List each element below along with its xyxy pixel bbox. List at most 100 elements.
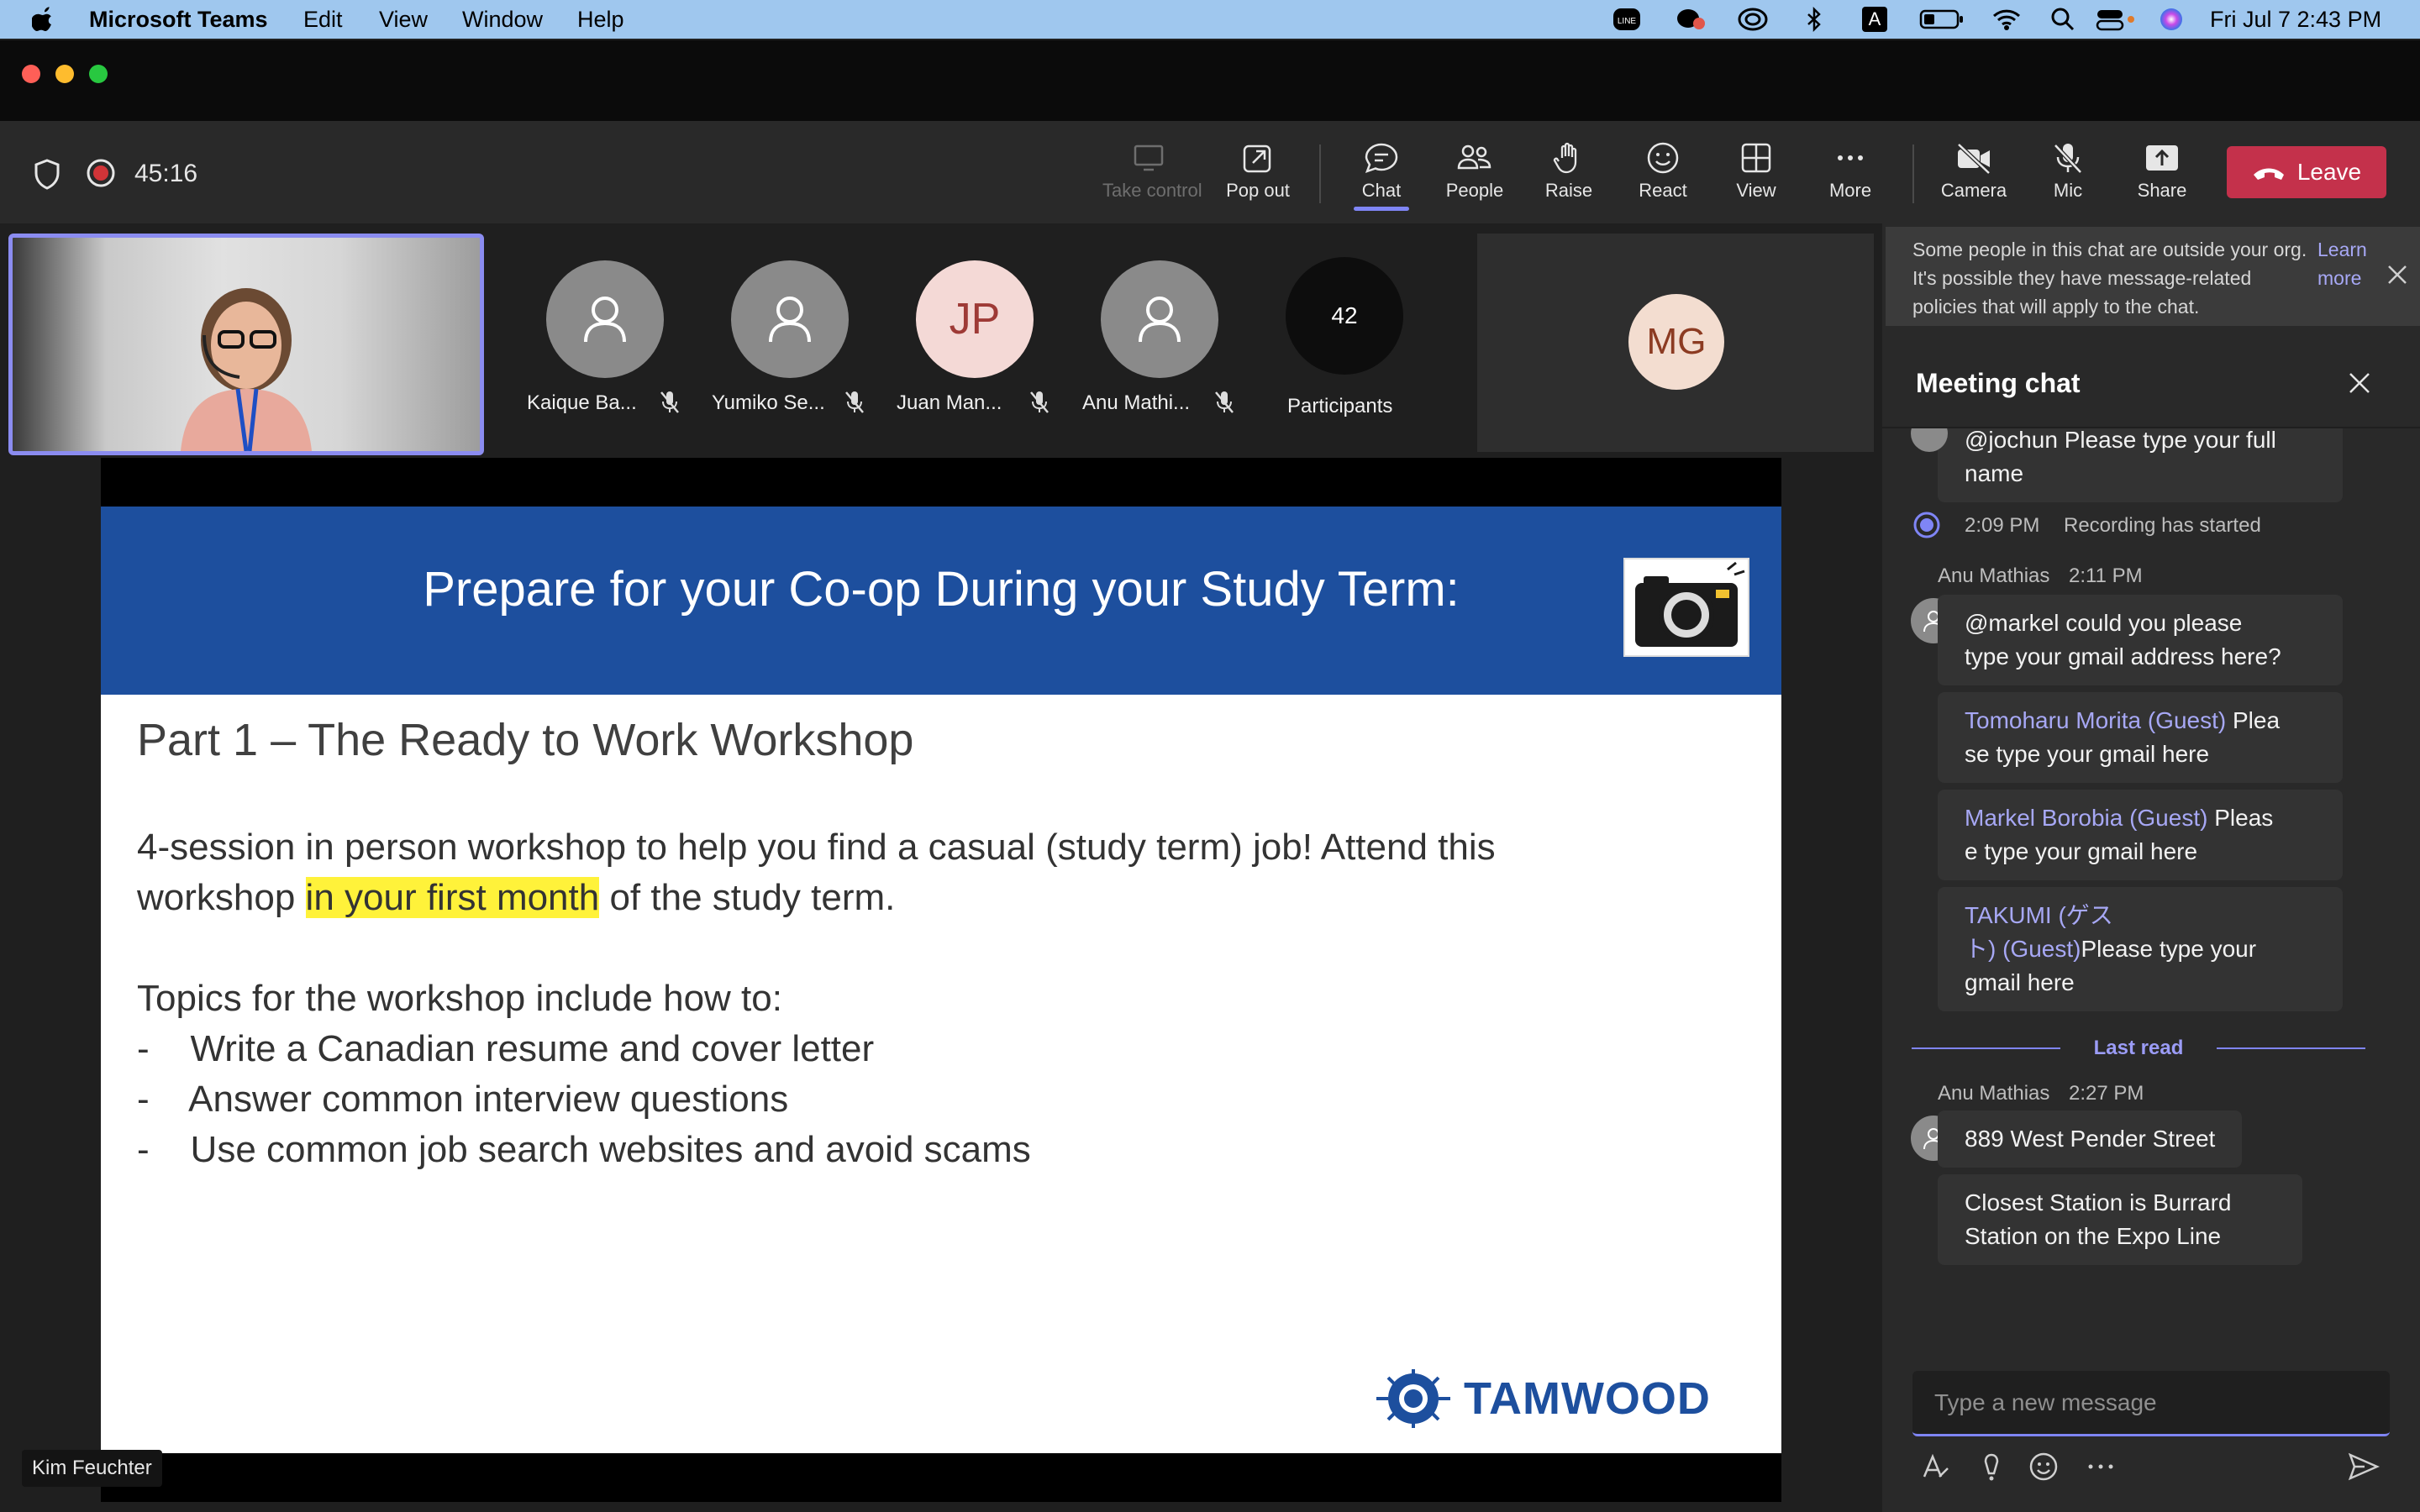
control-center-icon[interactable] — [2096, 5, 2136, 34]
raise-hand-icon — [1553, 142, 1577, 174]
menu-edit[interactable]: Edit — [303, 7, 343, 33]
view-button[interactable]: View — [1710, 141, 1802, 217]
window-minimize-button[interactable] — [55, 65, 74, 83]
message-text: name — [1965, 460, 2024, 486]
wifi-icon[interactable] — [1991, 5, 2022, 34]
toolbar-divider — [1319, 144, 1321, 203]
raise-hand-button[interactable]: Raise — [1523, 141, 1615, 217]
participant-avatar[interactable] — [1101, 260, 1218, 378]
pop-out-icon — [1243, 144, 1271, 173]
message-time: 2:11 PM — [2069, 564, 2143, 587]
chat-button[interactable]: Chat — [1335, 141, 1428, 217]
close-chat-icon[interactable] — [2348, 371, 2371, 395]
chat-message: 889 West Pender Street — [1938, 1110, 2243, 1168]
mac-menu-bar: Microsoft Teams Edit View Window Help LI… — [0, 0, 2420, 39]
guest-mention[interactable]: ト) (Guest) — [1965, 936, 2081, 962]
last-read-line — [1912, 1047, 2060, 1049]
line-app-icon[interactable]: LINE — [1612, 5, 1642, 34]
menu-window[interactable]: Window — [462, 7, 543, 33]
spotlight-tile[interactable]: MG — [1477, 234, 1874, 452]
message-input[interactable]: Type a new message — [1912, 1371, 2390, 1436]
guest-mention[interactable]: TAKUMI (ゲス — [1965, 899, 2316, 932]
spotlight-initials: MG — [1646, 321, 1707, 362]
muted-mic-icon — [845, 391, 864, 413]
window-close-button[interactable] — [22, 65, 40, 83]
participant-name: Kaique Ba... — [527, 391, 637, 414]
camera-button[interactable]: Camera — [1928, 141, 2020, 217]
window-zoom-button[interactable] — [89, 65, 108, 83]
siri-icon[interactable] — [2158, 5, 2185, 34]
leave-button[interactable]: Leave — [2227, 146, 2386, 198]
camera-label: Camera — [1940, 180, 2007, 201]
wechat-icon[interactable] — [1676, 5, 1706, 34]
apple-icon[interactable] — [31, 5, 55, 39]
bluetooth-icon[interactable] — [1803, 5, 1825, 34]
raise-hand-label: Raise — [1544, 180, 1593, 201]
presenter-video — [181, 288, 312, 451]
learn-more-link[interactable]: Learn more — [2317, 235, 2378, 292]
system-message-text: Recording has started — [2064, 514, 2261, 537]
people-icon — [1457, 144, 1491, 170]
react-button[interactable]: React — [1617, 141, 1709, 217]
participant-avatar[interactable] — [546, 260, 664, 378]
input-source-icon[interactable]: A — [1860, 5, 1889, 34]
share-screen-icon — [2146, 145, 2178, 171]
share-button[interactable]: Share — [2116, 141, 2208, 217]
presenter-video-tile[interactable] — [8, 234, 484, 455]
participant-avatar[interactable]: JP — [916, 260, 1034, 378]
guest-mention[interactable]: Markel Borobia (Guest) — [1965, 805, 2207, 831]
more-icon — [1838, 155, 1863, 160]
important-icon[interactable] — [1980, 1452, 2003, 1482]
shield-icon[interactable] — [32, 158, 62, 196]
people-button[interactable]: People — [1428, 141, 1521, 217]
notice-text: Some people in this chat are outside you… — [1912, 239, 2307, 318]
take-control-button[interactable]: Take control — [1102, 141, 1202, 217]
menu-help[interactable]: Help — [577, 7, 624, 33]
guest-mention[interactable]: Tomoharu Morita (Guest) — [1965, 707, 2226, 733]
message-text: Plea — [2233, 707, 2281, 733]
message-text: type your gmail address here? — [1965, 643, 2281, 669]
camera-off-icon — [1957, 143, 1991, 175]
message-text: Please type your — [2081, 936, 2257, 962]
spotlight-search-icon[interactable] — [2050, 5, 2075, 34]
pop-out-button[interactable]: Pop out — [1212, 141, 1304, 217]
emoji-icon[interactable] — [2028, 1452, 2059, 1482]
leave-label: Leave — [2296, 159, 2362, 185]
tamwood-logo-text: TAMWOOD — [1464, 1373, 1711, 1424]
pop-out-label: Pop out — [1226, 180, 1290, 201]
muted-mic-icon — [1215, 391, 1234, 413]
menu-clock[interactable]: Fri Jul 7 2:43 PM — [2210, 7, 2381, 33]
slide-title: Prepare for your Co-op During your Study… — [423, 562, 1460, 617]
participant-name: Juan Man... — [897, 391, 1002, 414]
last-read-line — [2217, 1047, 2365, 1049]
more-button[interactable]: More — [1804, 141, 1897, 217]
more-options-icon[interactable] — [2086, 1452, 2116, 1482]
message-time: 2:27 PM — [2069, 1082, 2144, 1105]
close-notice-icon[interactable] — [2386, 264, 2408, 286]
creative-cloud-icon[interactable] — [1738, 5, 1768, 34]
send-icon[interactable] — [2348, 1452, 2380, 1482]
menu-view[interactable]: View — [379, 7, 428, 33]
tamwood-emblem-icon — [1376, 1369, 1450, 1428]
window-titlebar — [0, 40, 2420, 121]
participant-count: 42 — [1331, 302, 1358, 328]
participant-count-button[interactable]: 42 — [1286, 257, 1403, 375]
battery-icon[interactable] — [1919, 5, 1965, 34]
slide-text: of the study term. — [599, 877, 896, 918]
people-label: People — [1445, 180, 1504, 201]
react-label: React — [1639, 180, 1687, 201]
slide-topic-item: - Write a Canadian resume and cover lett… — [137, 1028, 875, 1069]
mic-button[interactable]: Mic — [2022, 141, 2114, 217]
person-icon — [1139, 297, 1181, 343]
person-icon — [584, 297, 626, 343]
muted-mic-icon — [660, 391, 679, 413]
chat-label: Chat — [1361, 180, 1402, 201]
message-text: 889 West Pender Street — [1965, 1126, 2216, 1152]
participant-avatar[interactable] — [731, 260, 849, 378]
slide-topics-intro: Topics for the workshop include how to: — [137, 978, 782, 1019]
menu-app-name[interactable]: Microsoft Teams — [89, 7, 268, 33]
slide-topic-item: - Answer common interview questions — [137, 1079, 789, 1120]
slide-body-line: 4-session in person workshop to help you… — [137, 827, 1496, 868]
format-icon[interactable] — [1921, 1452, 1951, 1482]
react-icon — [1647, 142, 1679, 174]
